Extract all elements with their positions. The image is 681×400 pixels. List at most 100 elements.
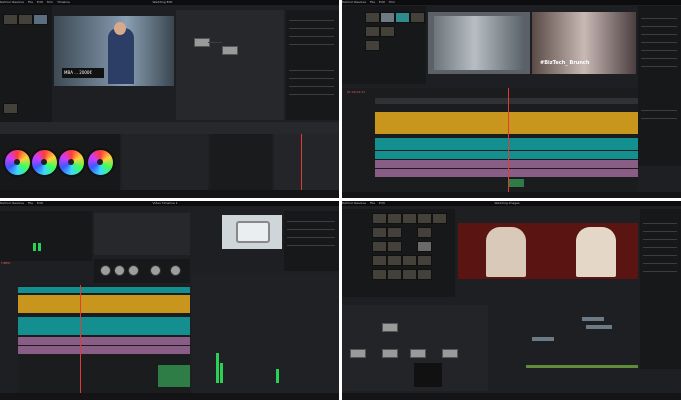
fusion-node[interactable] [382, 323, 398, 332]
clip-strip [0, 122, 339, 134]
playhead[interactable] [301, 134, 302, 190]
media-clip[interactable] [417, 255, 432, 266]
media-clip[interactable] [365, 40, 380, 51]
menu-item[interactable]: DaVinci Resolve [342, 0, 366, 4]
media-clip[interactable] [417, 241, 432, 252]
video-track-v2[interactable] [375, 98, 638, 104]
media-clip[interactable] [417, 227, 432, 238]
eq-graph[interactable] [94, 213, 190, 255]
media-clip[interactable] [395, 12, 410, 23]
node-graph[interactable] [342, 305, 488, 391]
playhead[interactable] [508, 88, 509, 192]
gain-knob[interactable] [100, 265, 111, 276]
media-clip[interactable] [372, 255, 387, 266]
media-clip[interactable] [387, 213, 402, 224]
gallery-still[interactable] [33, 14, 48, 25]
video-viewer[interactable] [222, 215, 282, 249]
audio-track[interactable] [18, 287, 190, 293]
qualifier-panel[interactable] [210, 134, 272, 190]
timeline[interactable]: 01:00:02:11 [342, 88, 638, 192]
menu-item[interactable]: Trim [47, 0, 53, 4]
media-clip[interactable] [387, 255, 402, 266]
fusion-viewer[interactable] [458, 223, 638, 279]
gallery-still[interactable] [18, 14, 33, 25]
audio-track[interactable] [18, 317, 190, 335]
fusion-node[interactable] [350, 349, 366, 358]
audio-timeline[interactable] [18, 285, 190, 393]
fusion-node[interactable] [410, 349, 426, 358]
playhead[interactable] [80, 285, 81, 393]
menu-item[interactable]: Trim [389, 0, 395, 4]
media-clip[interactable] [372, 213, 387, 224]
viewer[interactable]: MBA ... 2000€ [54, 16, 174, 86]
audio-track-a3[interactable] [375, 160, 638, 168]
audio-track[interactable] [18, 295, 190, 313]
audio-track[interactable] [18, 337, 190, 345]
menu-item[interactable]: Edit [379, 201, 385, 205]
channel-meter [216, 353, 219, 383]
portrait-left [486, 227, 526, 277]
audio-track-a4[interactable] [375, 169, 638, 177]
audio-track-a1[interactable] [375, 138, 638, 150]
media-clip[interactable] [417, 269, 432, 280]
source-viewer[interactable] [428, 12, 530, 74]
media-clip[interactable] [380, 26, 395, 37]
audio-track[interactable] [18, 346, 190, 354]
media-clip[interactable] [387, 227, 402, 238]
media-clip[interactable] [380, 12, 395, 23]
curves-panel[interactable] [122, 134, 208, 190]
gain-wheel[interactable] [57, 148, 86, 177]
menu-item[interactable]: DaVinci Resolve [0, 0, 24, 4]
corrector-node[interactable] [222, 46, 238, 55]
fusion-node[interactable] [382, 349, 398, 358]
menu-item[interactable]: File [28, 201, 33, 205]
menu-item[interactable]: File [370, 0, 375, 4]
gallery-still[interactable] [3, 103, 18, 114]
media-clip[interactable] [402, 213, 417, 224]
media-clip[interactable] [372, 241, 387, 252]
audio-clip[interactable] [508, 179, 524, 187]
attack-knob[interactable] [150, 265, 161, 276]
media-clip[interactable] [365, 12, 380, 23]
media-clip[interactable] [402, 269, 417, 280]
release-knob[interactable] [170, 265, 181, 276]
keyframe-bar[interactable] [586, 325, 612, 329]
menu-item[interactable]: DaVinci Resolve [342, 201, 366, 205]
menu-item[interactable]: Edit [37, 201, 43, 205]
media-clip[interactable] [372, 227, 387, 238]
keyframes-panel[interactable] [274, 134, 339, 190]
offset-wheel[interactable] [86, 148, 115, 177]
fusion-node[interactable] [442, 349, 458, 358]
media-pool [342, 6, 426, 84]
keyframe-bar[interactable] [532, 337, 554, 341]
media-clip[interactable] [372, 269, 387, 280]
lift-wheel[interactable] [3, 148, 32, 177]
timeline-viewer[interactable]: #BizTech_ Brunch [532, 12, 636, 74]
media-clip[interactable] [410, 12, 425, 23]
threshold-knob[interactable] [114, 265, 125, 276]
menu-item[interactable]: File [370, 201, 375, 205]
menu-item[interactable]: Edit [379, 0, 385, 4]
audio-track[interactable] [158, 365, 190, 387]
menu-item[interactable]: Timeline [57, 0, 70, 4]
node-editor[interactable] [176, 10, 284, 120]
gallery-still[interactable] [3, 14, 18, 25]
keyframe-bar[interactable] [526, 365, 638, 368]
menu-item[interactable]: Edit [37, 0, 43, 4]
level-meter [38, 243, 41, 251]
media-clip[interactable] [417, 213, 432, 224]
media-clip[interactable] [432, 213, 447, 224]
keyframe-editor[interactable] [490, 305, 638, 391]
ratio-knob[interactable] [128, 265, 139, 276]
media-clip[interactable] [402, 255, 417, 266]
media-clip[interactable] [365, 26, 380, 37]
gamma-wheel[interactable] [30, 148, 59, 177]
keyframe-bar[interactable] [582, 317, 604, 321]
media-clip[interactable] [387, 241, 402, 252]
media-clip[interactable] [387, 269, 402, 280]
menu-item[interactable]: DaVinci Resolve [0, 201, 24, 205]
audio-track-a2[interactable] [375, 151, 638, 159]
menu-item[interactable]: File [28, 0, 33, 4]
video-track-clips[interactable] [375, 112, 638, 134]
page-nav-bar [342, 393, 681, 400]
